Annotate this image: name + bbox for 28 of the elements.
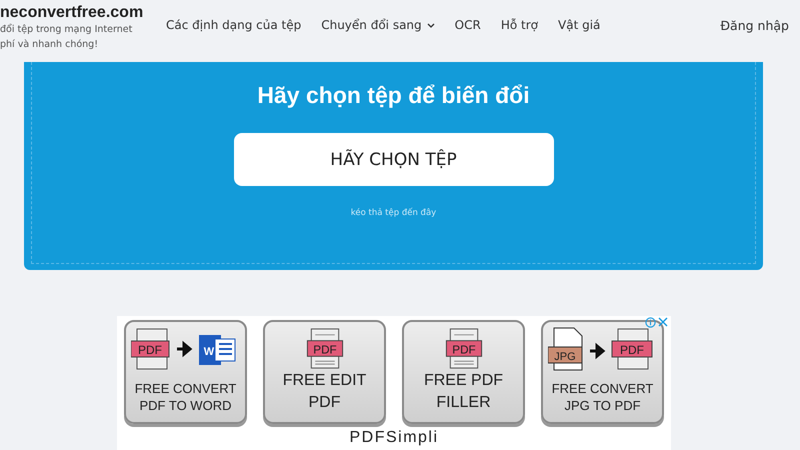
drop-hint: kéo thả tệp đến đây	[350, 208, 436, 218]
login-link[interactable]: Đăng nhập	[720, 18, 789, 33]
tile-caption: PDF	[308, 393, 340, 413]
nav-link[interactable]: OCR	[454, 18, 481, 32]
nav-link[interactable]: Hỗ trợ	[500, 18, 538, 32]
info-icon[interactable]	[645, 317, 656, 328]
tile-caption: FREE EDIT	[282, 371, 366, 391]
tile-caption: FREE CONVERT	[134, 380, 236, 397]
nav-link[interactable]: Chuyển đổi sang	[321, 18, 435, 32]
tile-caption: JPG TO PDF	[564, 397, 641, 414]
nav-link[interactable]: Vật giá	[558, 18, 600, 32]
tile-caption: FREE PDF	[424, 371, 504, 391]
tile-caption: PDF TO WORD	[140, 397, 232, 414]
tagline: đổi tệp trong mạng Internet	[0, 22, 132, 37]
tile-caption: FILLER	[436, 393, 491, 413]
tagline: phí và nhanh chóng!	[0, 38, 98, 52]
site-logo[interactable]: neconvertfree.com	[0, 4, 144, 22]
ad-tile-button[interactable]: PDF FREE PDF FILLER	[402, 320, 525, 424]
ad-brand-name: PDFSimpli	[349, 429, 439, 447]
caret-icon	[426, 22, 435, 28]
choose-file-button[interactable]: HÃY CHỌN TỆP	[234, 133, 554, 186]
ad-tile-button[interactable]: PDF W FREE CONVERT PDF TO WORD	[124, 320, 247, 424]
ad-tile-button[interactable]: JPG PDF FREE CONVERT JPG TO PDF	[541, 320, 664, 424]
nav-link[interactable]: Các định dạng của tệp	[166, 18, 302, 32]
upload-title: Hãy chọn tệp để biến đổi	[257, 82, 530, 109]
tile-caption: FREE CONVERT	[552, 380, 654, 397]
close-icon[interactable]	[658, 317, 668, 327]
ad-tile-button[interactable]: PDF FREE EDIT PDF	[263, 320, 386, 424]
